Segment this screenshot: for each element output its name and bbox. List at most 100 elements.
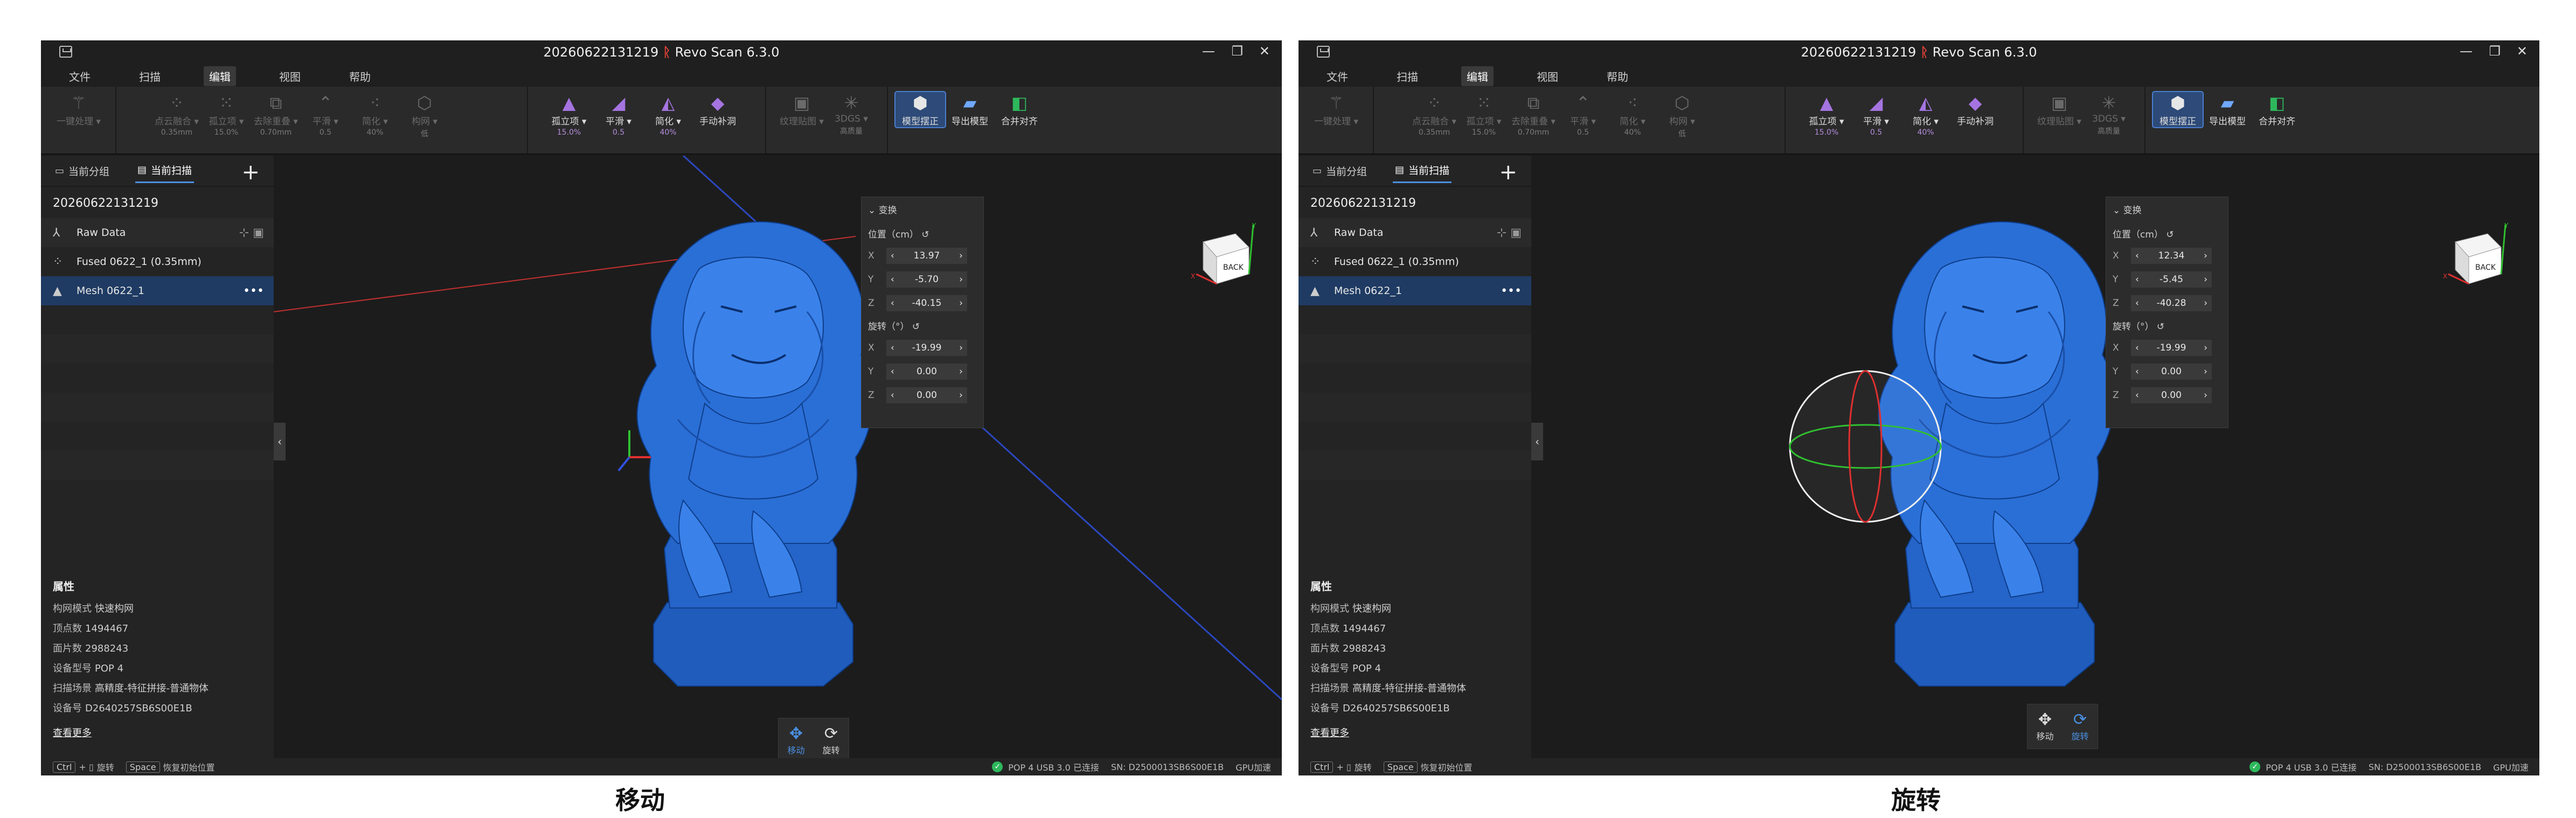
- texture-map-button[interactable]: ▣ 纹理贴图 ▾: [2035, 92, 2084, 127]
- rotation-y-input[interactable]: ‹ 0.00 ›: [886, 363, 967, 380]
- rotation-y-input[interactable]: ‹ 0.00 ›: [2131, 363, 2212, 380]
- rotate-tool-button[interactable]: ⟳ 旋转: [822, 725, 839, 756]
- menu-view[interactable]: 视图: [1531, 66, 1564, 86]
- 3dgs-button[interactable]: ✳ 3DGS ▾ 高质量: [2084, 92, 2134, 136]
- rotation-z-input[interactable]: ‹ 0.00 ›: [2131, 387, 2212, 403]
- decrement-icon[interactable]: ‹: [2135, 366, 2139, 377]
- one-click-process-button[interactable]: ⚚ 一键处理 ▾: [1311, 92, 1361, 127]
- view-more-link[interactable]: 查看更多: [53, 725, 263, 739]
- texture-map-button[interactable]: ▣ 纹理贴图 ▾: [777, 92, 827, 127]
- mesh-build-button[interactable]: ⬡ 构网 ▾ 低: [1657, 92, 1707, 139]
- visibility-icon[interactable]: ⊹ ▣: [1497, 226, 1522, 240]
- move-tool-button[interactable]: ✥ 移动: [2036, 711, 2053, 742]
- position-x-input[interactable]: ‹ 12.34 ›: [2131, 248, 2212, 264]
- increment-icon[interactable]: ›: [959, 250, 963, 261]
- minimize-button[interactable]: —: [1202, 44, 1215, 59]
- menu-scan[interactable]: 扫描: [1391, 66, 1424, 86]
- menu-file[interactable]: 文件: [1321, 66, 1353, 86]
- move-tool-button[interactable]: ✥ 移动: [787, 725, 804, 756]
- collapse-sidebar-button[interactable]: ‹: [274, 423, 286, 460]
- fill-hole-button[interactable]: ◆ 手动补洞: [1950, 92, 2000, 127]
- reset-icon[interactable]: ↺: [2157, 321, 2164, 332]
- increment-icon[interactable]: ›: [959, 390, 963, 401]
- tab-current-scan[interactable]: ▤ 当前扫描: [135, 158, 195, 183]
- menu-edit[interactable]: 编辑: [204, 66, 236, 86]
- export-model-button[interactable]: ▰ 导出模型: [945, 92, 995, 127]
- menu-help[interactable]: 帮助: [344, 66, 376, 86]
- add-button[interactable]: +: [241, 160, 260, 185]
- simplify-dim-button[interactable]: ⁖ 简化 ▾ 40%: [350, 92, 400, 137]
- menu-help[interactable]: 帮助: [1601, 66, 1634, 86]
- view-cube[interactable]: BACK X Y: [1190, 220, 1260, 290]
- reset-icon[interactable]: ↺: [2166, 229, 2174, 240]
- tab-current-group[interactable]: ▭ 当前分组: [1310, 159, 1369, 183]
- rotate-tool-button[interactable]: ⟳ 旋转: [2071, 711, 2088, 742]
- minimize-button[interactable]: —: [2460, 44, 2473, 59]
- more-menu-button[interactable]: •••: [243, 284, 264, 298]
- fill-hole-button[interactable]: ◆ 手动补洞: [693, 92, 742, 127]
- position-z-input[interactable]: ‹ -40.28 ›: [2131, 295, 2212, 311]
- decrement-icon[interactable]: ‹: [2135, 298, 2139, 309]
- rotation-z-input[interactable]: ‹ 0.00 ›: [886, 387, 967, 403]
- merge-align-button[interactable]: ◧ 合并对齐: [2252, 92, 2302, 127]
- remove-overlap-button[interactable]: ⧉ 去除重叠 ▾ 0.70mm: [251, 92, 301, 137]
- smooth-button[interactable]: ◢ 平滑 ▾ 0.5: [594, 92, 643, 137]
- fuse-pointcloud-button[interactable]: ⁘ 点云融合 ▾ 0.35mm: [1409, 92, 1459, 137]
- decrement-icon[interactable]: ‹: [891, 366, 894, 377]
- simplify-button[interactable]: ◭ 简化 ▾ 40%: [643, 92, 693, 137]
- tree-item-raw-data[interactable]: ⅄ Raw Data ⊹ ▣: [1299, 218, 1531, 247]
- smooth-button[interactable]: ◢ 平滑 ▾ 0.5: [1851, 92, 1901, 137]
- close-button[interactable]: ✕: [2517, 44, 2528, 59]
- smooth-dim-button[interactable]: ⌃ 平滑 ▾ 0.5: [1558, 92, 1608, 137]
- lion-model[interactable]: [274, 156, 1282, 761]
- decrement-icon[interactable]: ‹: [891, 342, 894, 353]
- view-cube[interactable]: BACK X Y: [2442, 220, 2512, 290]
- align-model-button[interactable]: ⬢ 模型摆正: [2152, 91, 2204, 128]
- 3d-viewport[interactable]: ‹ BACK X Y ⌄ 变换 位置（cm） ↺ X ‹ 13.97 › Y ‹ -5.7…: [274, 156, 1282, 761]
- collapse-sidebar-button[interactable]: ‹: [1531, 423, 1543, 460]
- position-y-input[interactable]: ‹ -5.70 ›: [886, 271, 967, 288]
- increment-icon[interactable]: ›: [2204, 342, 2207, 353]
- position-z-input[interactable]: ‹ -40.15 ›: [886, 295, 967, 311]
- decrement-icon[interactable]: ‹: [891, 274, 894, 285]
- isolated-dim-button[interactable]: ⁙ 孤立项 ▾ 15.0%: [1459, 92, 1509, 137]
- decrement-icon[interactable]: ‹: [2135, 342, 2139, 353]
- decrement-icon[interactable]: ‹: [2135, 274, 2139, 285]
- simplify-button[interactable]: ◭ 简化 ▾ 40%: [1901, 92, 1950, 137]
- position-y-input[interactable]: ‹ -5.45 ›: [2131, 271, 2212, 288]
- increment-icon[interactable]: ›: [2204, 298, 2207, 309]
- merge-align-button[interactable]: ◧ 合并对齐: [995, 92, 1044, 127]
- reset-icon[interactable]: ↺: [921, 229, 929, 240]
- increment-icon[interactable]: ›: [959, 274, 963, 285]
- isolated-dim-button[interactable]: ⁙ 孤立项 ▾ 15.0%: [202, 92, 251, 137]
- increment-icon[interactable]: ›: [2204, 366, 2207, 377]
- menu-view[interactable]: 视图: [274, 66, 306, 86]
- view-more-link[interactable]: 查看更多: [1310, 725, 1520, 739]
- decrement-icon[interactable]: ‹: [891, 298, 894, 309]
- rotation-x-input[interactable]: ‹ -19.99 ›: [886, 340, 967, 356]
- increment-icon[interactable]: ›: [959, 342, 963, 353]
- more-menu-button[interactable]: •••: [1501, 284, 1522, 298]
- one-click-process-button[interactable]: ⚚ 一键处理 ▾: [54, 92, 103, 127]
- increment-icon[interactable]: ›: [2204, 250, 2207, 261]
- increment-icon[interactable]: ›: [959, 298, 963, 309]
- tree-item-fused[interactable]: ⁘ Fused 0622_1 (0.35mm): [1299, 247, 1531, 276]
- maximize-button[interactable]: ❐: [1231, 44, 1243, 59]
- menu-file[interactable]: 文件: [64, 66, 96, 86]
- position-x-input[interactable]: ‹ 13.97 ›: [886, 248, 967, 264]
- tree-item-raw-data[interactable]: ⅄ Raw Data ⊹ ▣: [41, 218, 274, 247]
- decrement-icon[interactable]: ‹: [2135, 250, 2139, 261]
- tree-item-mesh[interactable]: ▲ Mesh 0622_1 •••: [1299, 276, 1531, 305]
- export-model-button[interactable]: ▰ 导出模型: [2203, 92, 2252, 127]
- close-button[interactable]: ✕: [1259, 44, 1270, 59]
- tree-item-fused[interactable]: ⁘ Fused 0622_1 (0.35mm): [41, 247, 274, 276]
- smooth-dim-button[interactable]: ⌃ 平滑 ▾ 0.5: [301, 92, 350, 137]
- visibility-icon[interactable]: ⊹ ▣: [239, 226, 264, 240]
- increment-icon[interactable]: ›: [2204, 390, 2207, 401]
- tree-item-mesh[interactable]: ▲ Mesh 0622_1 •••: [41, 276, 274, 305]
- lion-model[interactable]: [1531, 156, 2539, 761]
- decrement-icon[interactable]: ‹: [891, 390, 894, 401]
- tab-current-group[interactable]: ▭ 当前分组: [53, 159, 112, 183]
- 3d-viewport[interactable]: ‹ BACK X Y ⌄ 变换 位置（cm） ↺ X ‹ 12.34 › Y ‹ -5.4…: [1531, 156, 2539, 761]
- maximize-button[interactable]: ❐: [2489, 44, 2501, 59]
